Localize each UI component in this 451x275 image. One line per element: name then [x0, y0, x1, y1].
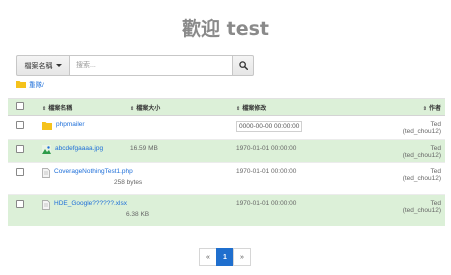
row-checkbox[interactable] — [16, 145, 24, 153]
folder-icon — [42, 122, 52, 130]
image-file-icon — [42, 145, 51, 154]
sort-icon: ⇕ — [236, 105, 241, 112]
sort-icon: ⇕ — [130, 105, 135, 112]
modified-date: 1970-01-01 00:00:00 — [232, 194, 390, 226]
search-field-label: 檔案名稱 — [24, 62, 53, 70]
search-bar: 檔案名稱 — [16, 55, 256, 76]
search-input[interactable] — [70, 55, 233, 76]
file-size: 6.38 KB — [126, 211, 150, 218]
page-title: 歡迎 test — [182, 18, 269, 40]
sort-icon: ⇕ — [42, 105, 47, 112]
text-file-icon — [42, 200, 50, 210]
search-button[interactable] — [233, 55, 254, 76]
column-header-name[interactable]: ⇕ 檔案名稱 — [38, 98, 126, 116]
modified-date: 0000-00-00 00:00:00 — [236, 121, 303, 132]
search-field-dropdown[interactable]: 檔案名稱 — [16, 55, 70, 76]
breadcrumb-link-root[interactable]: 重隊/ — [29, 79, 44, 89]
file-table: ⇕ 檔案名稱 ⇕ 檔案大小 ⇕ 檔案修改 ⇕ 作者 phpmailer 0000-00-… — [8, 98, 445, 226]
file-name-link[interactable]: CoverageNothingTest1.php — [54, 168, 133, 175]
column-header-size[interactable]: ⇕ 檔案大小 — [126, 98, 232, 116]
file-name-link[interactable]: abcdefgaaaa.jpg — [55, 145, 103, 152]
column-header-owner[interactable]: ⇕ 作者 — [390, 98, 445, 116]
pagination-page-1[interactable]: 1 — [216, 248, 234, 266]
owner-cell: Ted (ted_chou12) — [390, 162, 445, 195]
select-all-checkbox[interactable] — [16, 102, 24, 110]
pagination-next[interactable]: » — [233, 248, 251, 266]
table-header-row: ⇕ 檔案名稱 ⇕ 檔案大小 ⇕ 檔案修改 ⇕ 作者 — [8, 98, 445, 116]
sort-icon: ⇕ — [422, 105, 427, 112]
table-row[interactable]: phpmailer 0000-00-00 00:00:00 Ted (ted_c… — [8, 115, 445, 140]
pagination: « 1 » — [199, 248, 251, 266]
table-row[interactable]: CoverageNothingTest1.php 258 bytes 1970-… — [8, 162, 445, 195]
table-row[interactable]: HDE_Google??????.xlsx 6.38 KB 1970-01-01… — [8, 194, 445, 226]
owner-cell: Ted (ted_chou12) — [390, 139, 445, 163]
file-size: 258 bytes — [114, 179, 143, 186]
table-row[interactable]: abcdefgaaaa.jpg 16.59 MB 1970-01-01 00:0… — [8, 139, 445, 163]
breadcrumb: 重隊/ — [16, 79, 44, 89]
file-name-link[interactable]: phpmailer — [56, 121, 85, 128]
row-checkbox[interactable] — [16, 200, 24, 208]
modified-date: 1970-01-01 00:00:00 — [232, 139, 390, 163]
row-checkbox[interactable] — [16, 121, 24, 129]
caret-down-icon — [55, 64, 62, 67]
select-all-cell — [8, 98, 38, 116]
row-checkbox[interactable] — [16, 168, 24, 176]
column-header-modified[interactable]: ⇕ 檔案修改 — [232, 98, 390, 116]
owner-cell: Ted (ted_chou12) — [390, 194, 445, 226]
modified-date: 1970-01-01 00:00:00 — [232, 162, 390, 195]
file-size: 16.59 MB — [126, 139, 232, 163]
search-icon — [238, 61, 248, 70]
owner-cell: Ted (ted_chou12) — [390, 115, 445, 140]
text-file-icon — [42, 168, 50, 178]
folder-icon — [16, 81, 26, 88]
file-name-link[interactable]: HDE_Google??????.xlsx — [54, 200, 127, 207]
pagination-prev[interactable]: « — [199, 248, 217, 266]
